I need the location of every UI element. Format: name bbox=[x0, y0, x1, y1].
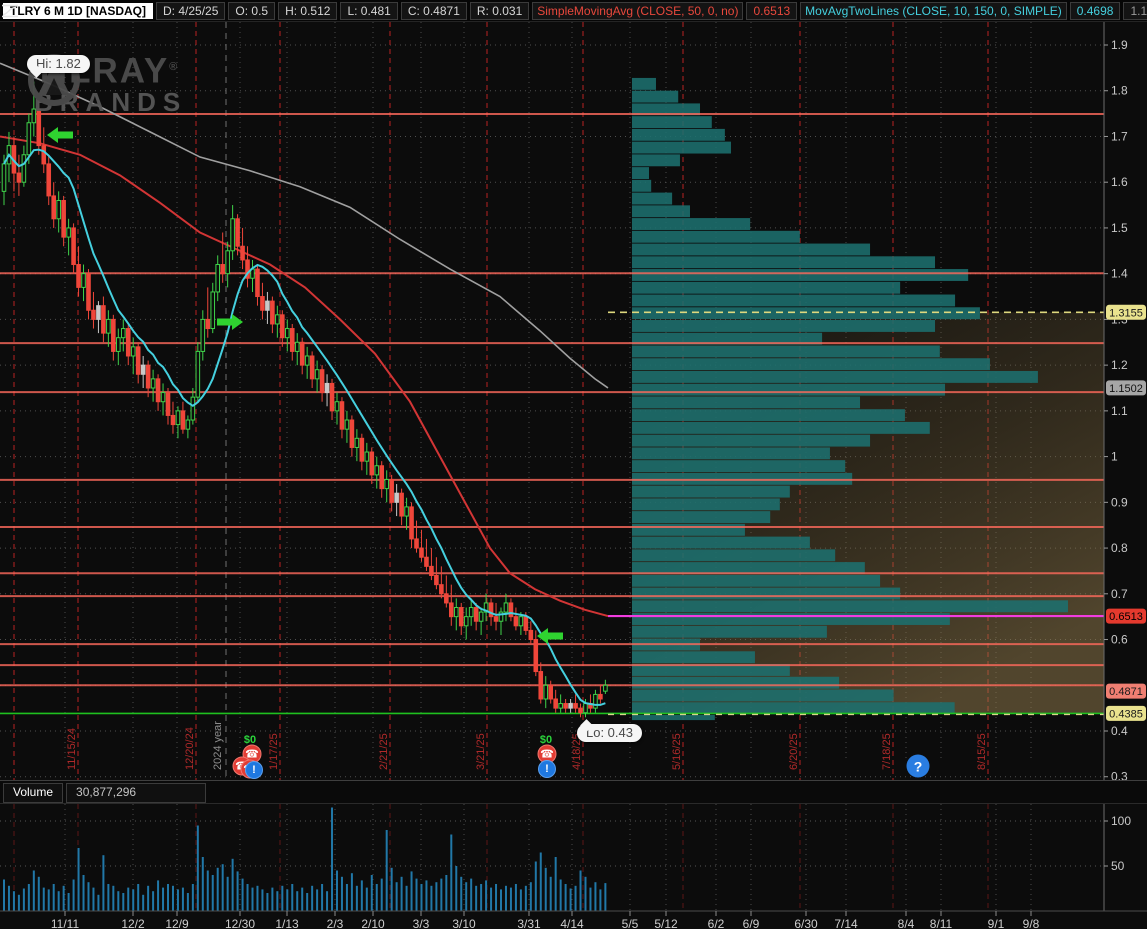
curve-between-lines-icon bbox=[2, 4, 18, 17]
price-badge-label: 1.3155 bbox=[1109, 307, 1143, 319]
date-tick-label: 9/1 bbox=[988, 917, 1005, 929]
price-tick-label: 1.8 bbox=[1111, 84, 1128, 98]
price-tick-label: 0.7 bbox=[1111, 587, 1128, 601]
mavg-value-1: 0.4698 bbox=[1069, 1, 1121, 20]
candlesticks bbox=[1, 81, 608, 718]
sma-study-label[interactable]: SimpleMovingAvg (CLOSE, 50, 0, no) bbox=[532, 1, 744, 20]
volume-gridlines bbox=[0, 804, 1104, 911]
price-badge-label: 0.4871 bbox=[1109, 686, 1143, 698]
expiration-label: 3/21/25 bbox=[475, 733, 487, 770]
expiration-label: 11/15/24 bbox=[66, 728, 78, 770]
price-tick-label: 1.9 bbox=[1111, 38, 1128, 52]
date-tick-label: 1/13 bbox=[275, 917, 299, 929]
volume-pane-title[interactable]: Volume bbox=[3, 783, 64, 803]
ohlc-field: C: 0.4871 bbox=[400, 1, 467, 20]
date-tick-label: 3/10 bbox=[452, 917, 476, 929]
ohlc-field: L: 0.481 bbox=[340, 1, 398, 20]
sma50-line bbox=[0, 135, 609, 618]
volume-tick-label: 100 bbox=[1111, 814, 1131, 828]
price-tick-label: 0.3 bbox=[1111, 770, 1128, 780]
price-tick-label: 0.6 bbox=[1111, 633, 1128, 647]
volume-axis: 100 50 bbox=[1103, 804, 1131, 911]
chart-header: TLRY 6 M 1D [NASDAQ] D: 4/25/25 O: 0.5 H: … bbox=[0, 0, 1147, 22]
volume-pane-header: Volume 30,877,296 bbox=[0, 780, 1147, 804]
price-tick-label: 1.1 bbox=[1111, 404, 1128, 418]
price-tick-label: 1.4 bbox=[1111, 267, 1128, 281]
expiration-label: 1/17/25 bbox=[268, 733, 280, 770]
year-label: 2024 year bbox=[212, 721, 224, 770]
price-tick-label: 1.5 bbox=[1111, 221, 1128, 235]
high-price-tooltip: Hi: 1.82 bbox=[27, 55, 90, 78]
expiration-labels: 11/15/24 12/20/24 1/17/25 2/21/25 3/21/25 4/1… bbox=[66, 721, 988, 770]
price-tick-label: 1.6 bbox=[1111, 175, 1128, 189]
date-tick-label: 7/14 bbox=[834, 917, 858, 929]
date-tick-label: 4/14 bbox=[560, 917, 584, 929]
ohlc-cells: D: 4/25/25 O: 0.5 H: 0.512 L: 0.481 C: 0.487… bbox=[156, 1, 530, 20]
sma-study-value: 0.6513 bbox=[746, 1, 798, 20]
earnings-icon[interactable]: ! bbox=[538, 760, 556, 778]
ohlc-field: R: 0.031 bbox=[469, 1, 530, 20]
price-tick-label: 1 bbox=[1111, 450, 1118, 464]
price-tick-label: 0.8 bbox=[1111, 541, 1128, 555]
date-tick-label: 2/10 bbox=[361, 917, 385, 929]
signal-arrows bbox=[47, 127, 563, 644]
date-tick-label: 12/30 bbox=[225, 917, 255, 929]
expiration-label: 12/20/24 bbox=[184, 727, 196, 770]
time-axis: 11/11 12/2 12/9 12/30 1/13 2/3 2/10 3/3 3/10 3/31… bbox=[0, 910, 1147, 929]
volume-tick-label: 50 bbox=[1111, 859, 1125, 873]
date-tick-label: 6/30 bbox=[794, 917, 818, 929]
date-tick-label: 6/2 bbox=[708, 917, 725, 929]
symbol-box[interactable]: TLRY 6 M 1D [NASDAQ] bbox=[3, 2, 154, 19]
date-tick-label: 8/4 bbox=[898, 917, 915, 929]
date-tick-label: 5/5 bbox=[622, 917, 639, 929]
help-icon[interactable]: ? bbox=[906, 754, 930, 778]
ohlc-field: H: 0.512 bbox=[278, 1, 338, 20]
date-tick-label: 6/9 bbox=[743, 917, 760, 929]
date-tick-label: 2/3 bbox=[327, 917, 344, 929]
low-price-tooltip: Lo: 0.43 bbox=[577, 719, 642, 742]
main-chart-canvas[interactable]: 11/15/24 12/20/24 1/17/25 2/21/25 3/21/25 4/1… bbox=[0, 22, 1147, 780]
mavg-value-2: 1.1502 bbox=[1123, 1, 1147, 20]
price-tick-label: 1.2 bbox=[1111, 358, 1128, 372]
price-badge-label: 0.6513 bbox=[1109, 611, 1143, 623]
ohlc-field: O: 0.5 bbox=[228, 1, 276, 20]
date-tick-label: 5/12 bbox=[654, 917, 678, 929]
date-tick-label: 11/11 bbox=[51, 917, 80, 929]
earnings-icon[interactable]: ! bbox=[245, 761, 263, 779]
date-tick-label: 3/3 bbox=[413, 917, 430, 929]
volume-chart-canvas[interactable]: 100 50 11/11 12/2 12/9 12/30 1/13 2/3 2/10 3/3 3/1… bbox=[0, 804, 1147, 929]
price-tick-label: 1.7 bbox=[1111, 129, 1128, 143]
expiration-label: 5/16/25 bbox=[671, 733, 683, 770]
date-tick-label: 12/2 bbox=[121, 917, 145, 929]
volume-bars bbox=[3, 807, 607, 911]
expiration-label: 8/15/25 bbox=[976, 733, 988, 770]
price-tick-label: 0.4 bbox=[1111, 724, 1128, 738]
price-badge-label: 0.4385 bbox=[1109, 708, 1143, 720]
price-tick-label: 0.9 bbox=[1111, 495, 1128, 509]
expiration-label: 6/20/25 bbox=[788, 733, 800, 770]
mavg-study-label[interactable]: MovAvgTwoLines (CLOSE, 10, 150, 0, SIMPL… bbox=[800, 1, 1067, 20]
date-tick-label: 3/31 bbox=[517, 917, 541, 929]
date-tick-label: 9/8 bbox=[1023, 917, 1040, 929]
expiration-label: 7/18/25 bbox=[881, 733, 893, 770]
price-axis[interactable]: 1.91.81.71.61.51.41.31.21.110.90.80.70.6… bbox=[1103, 22, 1146, 780]
volume-value: 30,877,296 bbox=[66, 783, 207, 803]
expiration-label: 2/21/25 bbox=[378, 733, 390, 770]
date-tick-label: 8/11 bbox=[930, 917, 953, 929]
price-badge-label: 1.1502 bbox=[1109, 383, 1143, 395]
ohlc-field: D: 4/25/25 bbox=[156, 1, 226, 20]
date-tick-label: 12/9 bbox=[165, 917, 189, 929]
trading-platform-window: TLRY 6 M 1D [NASDAQ] D: 4/25/25 O: 0.5 H: … bbox=[0, 0, 1147, 929]
